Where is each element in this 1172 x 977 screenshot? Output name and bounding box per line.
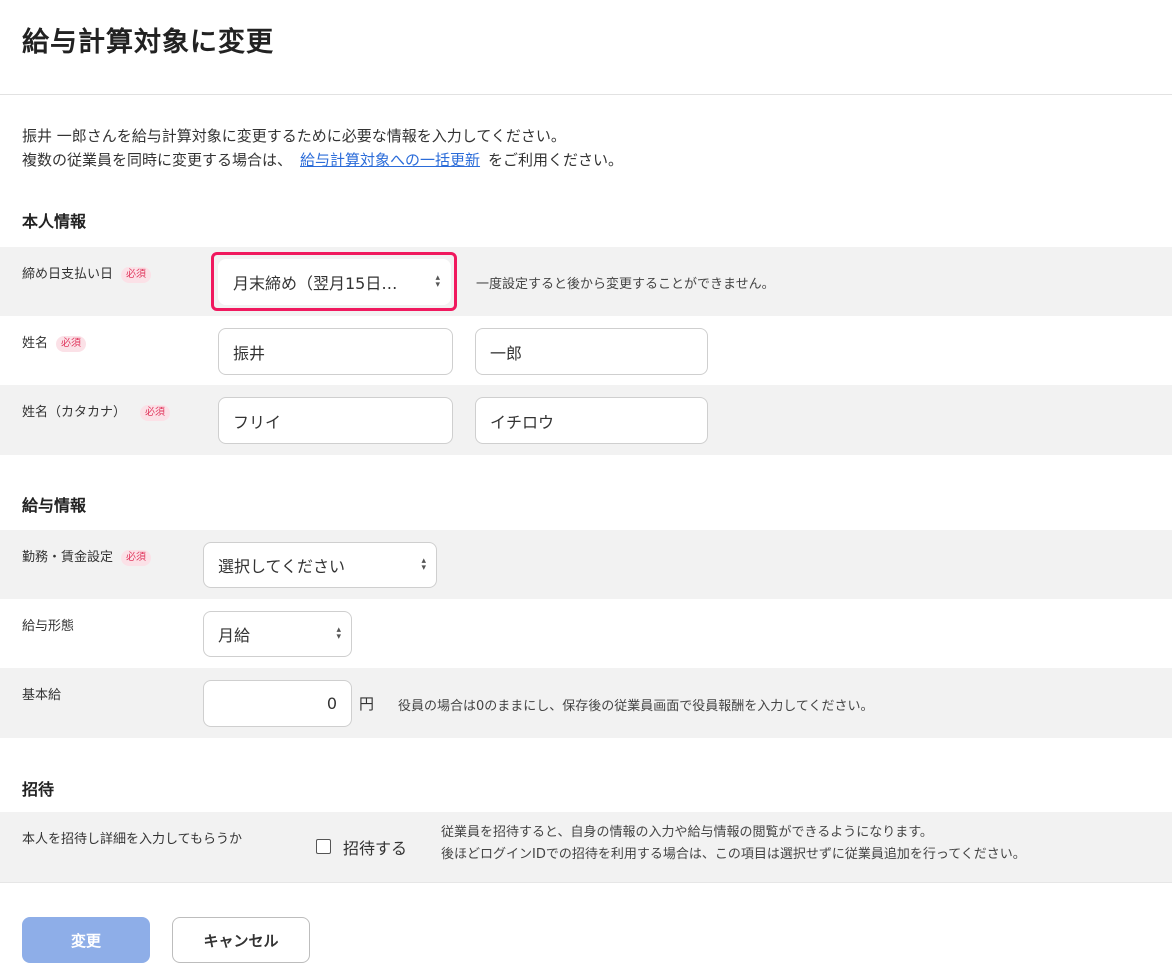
submit-button[interactable]: 変更 (22, 917, 150, 963)
last-name-kana-input[interactable]: フリイ (218, 397, 453, 444)
intro-text: 振井 一郎さんを給与計算対象に変更するために必要な情報を入力してください。 複数… (22, 124, 623, 172)
required-badge: 必須 (121, 267, 152, 283)
intro-line-2-before: 複数の従業員を同時に変更する場合は、 (22, 151, 293, 169)
bottom-divider (0, 882, 1172, 883)
name-label: 姓名 必須 (22, 332, 87, 352)
work-setting-row: 勤務・賃金設定 必須 選択してください ▴ ▾ (0, 530, 1172, 599)
first-name-kana-input[interactable]: イチロウ (475, 397, 708, 444)
base-salary-note: 役員の場合は0のままにし、保存後の従業員画面で役員報酬を入力してください。 (398, 699, 874, 714)
bulk-update-link[interactable]: 給与計算対象への一括更新 (300, 151, 480, 169)
name-row: 姓名 必須 振井 一郎 (0, 316, 1172, 385)
last-name-input[interactable]: 振井 (218, 328, 453, 375)
title-divider (0, 94, 1172, 95)
closing-date-row: 締め日支払い日 必須 月末締め（翌月15日… ▴ ▾ 一度設定すると後から変更するこ… (0, 247, 1172, 316)
select-arrows-icon: ▴ ▾ (421, 556, 426, 573)
section-title-invite: 招待 (22, 780, 55, 799)
base-salary-label: 基本給 (22, 688, 62, 703)
section-title-payroll: 給与情報 (22, 496, 87, 515)
page-title: 給与計算対象に変更 (22, 27, 274, 58)
invite-note-line-2: 後ほどログインIDでの招待を利用する場合は、この項目は選択せずに従業員追加を行っ… (441, 847, 1026, 862)
intro-line-2: 複数の従業員を同時に変更する場合は、 給与計算対象への一括更新 をご利用ください。 (22, 148, 623, 172)
invite-note-line-1: 従業員を招待すると、自身の情報の入力や給与情報の閲覧ができるようになります。 (441, 825, 933, 840)
pay-type-select[interactable]: 月給 ▴ ▾ (203, 611, 352, 657)
work-setting-select-value: 選択してください (218, 557, 346, 576)
closing-date-select[interactable]: 月末締め（翌月15日… ▴ ▾ (218, 259, 451, 305)
invite-row: 本人を招待し詳細を入力してもらうか 招待する 従業員を招待すると、自身の情報の入… (0, 812, 1172, 882)
pay-type-label: 給与形態 (22, 619, 75, 634)
first-name-input[interactable]: 一郎 (475, 328, 708, 375)
name-kana-row: 姓名（カタカナ） 必須 フリイ イチロウ (0, 385, 1172, 455)
section-title-personal: 本人情報 (22, 212, 87, 231)
select-arrows-icon: ▴ ▾ (435, 273, 440, 290)
invite-checkbox-label[interactable]: 招待する (343, 835, 407, 859)
base-salary-input[interactable]: 0 (203, 680, 352, 727)
required-badge: 必須 (140, 405, 171, 421)
invite-note: 従業員を招待すると、自身の情報の入力や給与情報の閲覧ができるようになります。 後… (441, 822, 1026, 866)
cancel-button[interactable]: キャンセル (172, 917, 310, 963)
invite-checkbox[interactable] (316, 839, 331, 854)
invite-label: 本人を招待し詳細を入力してもらうか (22, 832, 242, 847)
intro-line-2-after: をご利用ください。 (488, 151, 624, 169)
base-salary-row: 基本給 0 円 役員の場合は0のままにし、保存後の従業員画面で役員報酬を入力して… (0, 668, 1172, 738)
select-arrows-icon: ▴ ▾ (336, 625, 341, 642)
name-kana-label: 姓名（カタカナ） 必須 (22, 401, 171, 421)
base-salary-unit: 円 (359, 695, 375, 713)
required-badge: 必須 (121, 550, 152, 566)
intro-line-1: 振井 一郎さんを給与計算対象に変更するために必要な情報を入力してください。 (22, 127, 566, 145)
work-setting-label: 勤務・賃金設定 必須 (22, 546, 152, 566)
required-badge: 必須 (56, 336, 87, 352)
closing-date-select-value: 月末締め（翌月15日… (233, 274, 398, 293)
pay-type-row: 給与形態 月給 ▴ ▾ (0, 599, 1172, 668)
work-setting-select[interactable]: 選択してください ▴ ▾ (203, 542, 437, 588)
pay-type-select-value: 月給 (218, 626, 251, 645)
closing-date-label: 締め日支払い日 必須 (22, 263, 152, 283)
closing-date-note: 一度設定すると後から変更することができません。 (476, 277, 775, 292)
